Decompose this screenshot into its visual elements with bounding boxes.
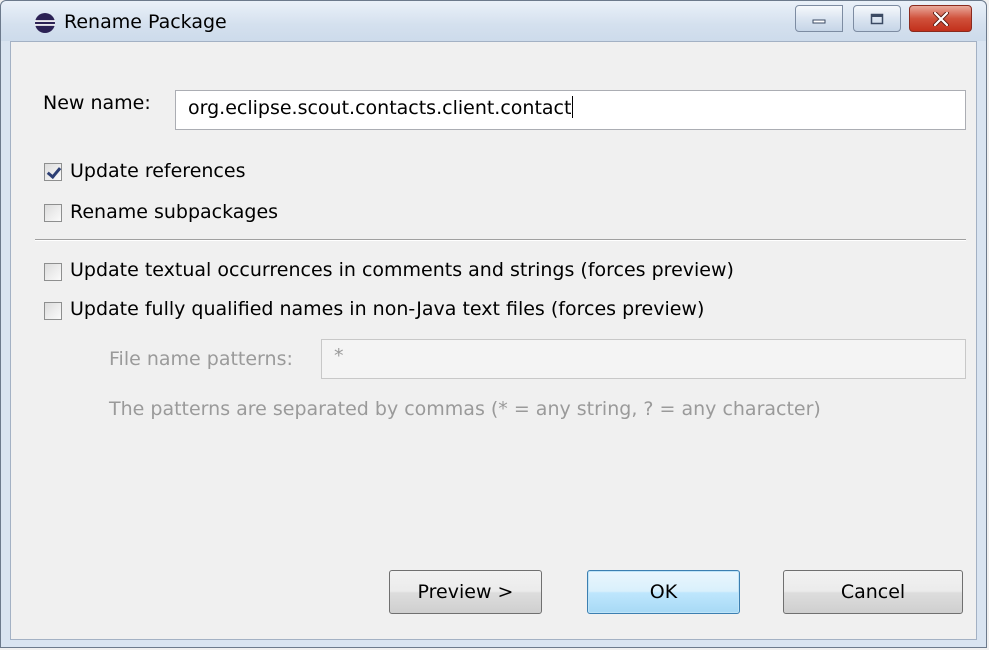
patterns-hint: The patterns are separated by commas (* … bbox=[109, 398, 821, 420]
update-qualified-names-label[interactable]: Update fully qualified names in non-Java… bbox=[70, 298, 704, 320]
new-name-value: org.eclipse.scout.contacts.client.contac… bbox=[188, 97, 572, 119]
new-name-label: New name: bbox=[43, 92, 151, 114]
preview-button[interactable]: Preview > bbox=[389, 570, 542, 614]
eclipse-icon bbox=[35, 13, 55, 33]
minimize-icon bbox=[812, 19, 826, 23]
rename-subpackages-checkbox[interactable] bbox=[44, 204, 62, 222]
separator bbox=[35, 239, 966, 241]
new-name-input[interactable]: org.eclipse.scout.contacts.client.contac… bbox=[175, 90, 966, 130]
update-textual-occurrences-label[interactable]: Update textual occurrences in comments a… bbox=[70, 259, 734, 281]
title-bar[interactable]: Rename Package bbox=[1, 1, 986, 41]
rename-subpackages-label[interactable]: Rename subpackages bbox=[70, 201, 278, 223]
text-caret bbox=[572, 96, 574, 118]
dialog-title: Rename Package bbox=[64, 11, 227, 33]
minimize-button[interactable] bbox=[795, 5, 843, 32]
update-textual-occurrences-checkbox[interactable] bbox=[44, 263, 62, 281]
file-name-patterns-value: * bbox=[334, 345, 344, 367]
maximize-button[interactable] bbox=[853, 5, 901, 32]
rename-package-dialog: Rename Package New name: org.eclipse.sco… bbox=[0, 0, 987, 648]
maximize-icon bbox=[870, 13, 884, 24]
file-name-patterns-label: File name patterns: bbox=[109, 348, 293, 370]
update-references-label[interactable]: Update references bbox=[70, 160, 245, 182]
file-name-patterns-input: * bbox=[321, 339, 966, 379]
update-references-checkbox[interactable] bbox=[44, 163, 62, 181]
dialog-body: New name: org.eclipse.scout.contacts.cli… bbox=[10, 41, 977, 640]
close-button[interactable] bbox=[909, 5, 972, 32]
ok-button[interactable]: OK bbox=[587, 570, 740, 614]
close-icon bbox=[932, 11, 949, 26]
update-qualified-names-checkbox[interactable] bbox=[44, 302, 62, 320]
cancel-button[interactable]: Cancel bbox=[783, 570, 963, 614]
